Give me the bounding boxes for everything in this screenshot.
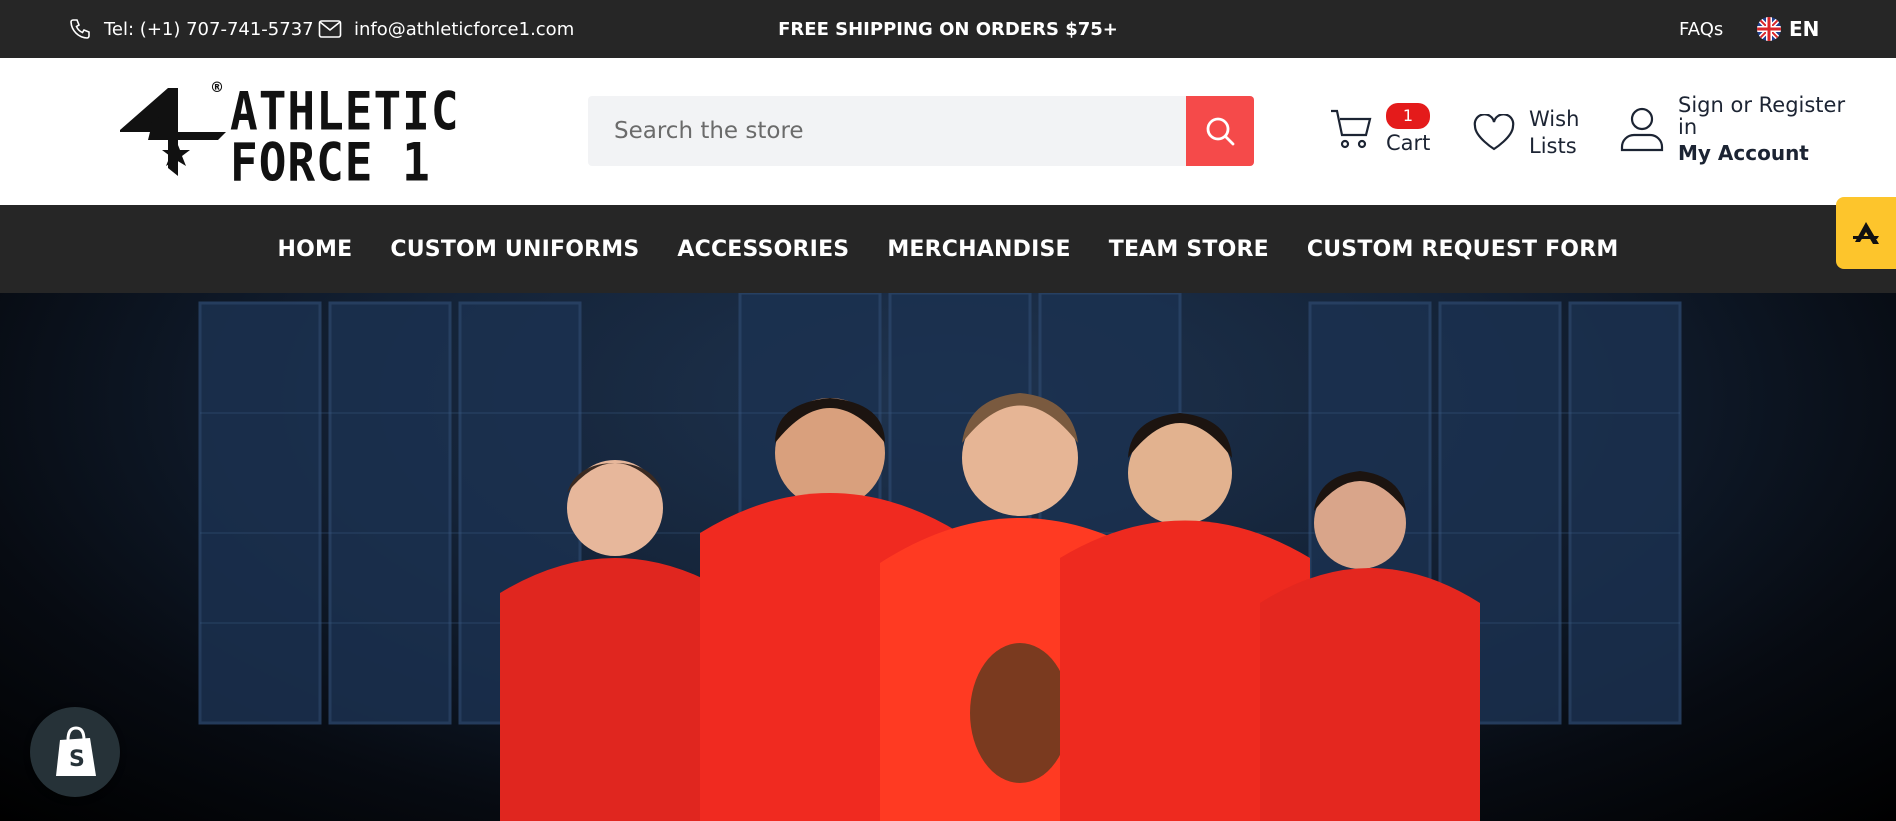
- cart-button[interactable]: 1 Cart: [1330, 102, 1430, 155]
- logo-line-1: ATHLETIC: [230, 80, 460, 143]
- floating-brand-button[interactable]: [1836, 197, 1896, 269]
- language-code: EN: [1789, 17, 1820, 41]
- account-label-group: Sign or Register in My Account: [1678, 94, 1845, 164]
- heart-icon: [1473, 114, 1515, 151]
- my-account-label: My Account: [1678, 141, 1809, 165]
- uk-flag-icon: [1757, 17, 1781, 41]
- shopify-bag-icon: S: [56, 726, 96, 776]
- account-button[interactable]: Sign or Register in My Account: [1620, 94, 1845, 164]
- cart-label-group: 1 Cart: [1386, 102, 1430, 155]
- search-bar: [588, 96, 1254, 166]
- nav-item-home[interactable]: HOME: [278, 237, 353, 262]
- nav-item-team-store[interactable]: TEAM STORE: [1109, 237, 1269, 262]
- email-link[interactable]: info@athleticforce1.com: [318, 0, 574, 58]
- cart-label: Cart: [1386, 131, 1431, 155]
- main-navigation: HOME CUSTOM UNIFORMS ACCESSORIES MERCHAN…: [0, 205, 1896, 293]
- language-selector[interactable]: EN: [1757, 0, 1819, 58]
- promo-text: FREE SHIPPING ON ORDERS $75+: [778, 18, 1118, 40]
- search-input[interactable]: [588, 96, 1178, 166]
- wishlist-button[interactable]: Wish Lists: [1473, 106, 1579, 160]
- mail-icon: [318, 19, 342, 39]
- brand-mark-icon: [1853, 222, 1879, 244]
- user-icon: [1620, 107, 1664, 152]
- wishlist-line-1: Wish: [1529, 107, 1580, 131]
- search-button[interactable]: [1186, 96, 1254, 166]
- cart-count-badge: 1: [1386, 103, 1430, 129]
- phone-icon: [68, 17, 92, 41]
- logo-line-2: FORCE 1: [230, 130, 431, 193]
- faqs-link[interactable]: FAQs: [1679, 0, 1723, 58]
- hero-image-locker-room: [198, 293, 1682, 821]
- cart-icon: [1331, 109, 1372, 148]
- email-text: info@athleticforce1.com: [354, 18, 575, 40]
- logo-wordmark: ATHLETIC FORCE 1: [230, 80, 460, 193]
- account-sign-in-line-1: Sign or Register: [1678, 93, 1846, 117]
- wishlist-line-2: Lists: [1529, 134, 1577, 158]
- phone-link[interactable]: Tel: (+1) 707-741-5737: [68, 0, 314, 58]
- brand-logo[interactable]: ® ATHLETIC FORCE 1: [120, 80, 459, 188]
- nav-item-custom-request-form[interactable]: CUSTOM REQUEST FORM: [1307, 237, 1619, 262]
- nav-item-accessories[interactable]: ACCESSORIES: [677, 237, 849, 262]
- site-header: ® ATHLETIC FORCE 1 1 Cart Wish Lists Sig…: [0, 58, 1896, 205]
- hero-banner[interactable]: [0, 293, 1896, 821]
- phone-text: Tel: (+1) 707-741-5737: [104, 18, 314, 40]
- wishlist-label-group: Wish Lists: [1529, 106, 1579, 160]
- top-bar: Tel: (+1) 707-741-5737 info@athleticforc…: [0, 0, 1896, 58]
- logo-registered-mark: ®: [210, 80, 224, 96]
- search-icon: [1206, 117, 1235, 146]
- account-sign-in-line-2: in: [1678, 115, 1698, 139]
- nav-item-merchandise[interactable]: MERCHANDISE: [887, 237, 1070, 262]
- nav-item-custom-uniforms[interactable]: CUSTOM UNIFORMS: [390, 237, 639, 262]
- svg-text:S: S: [69, 747, 85, 772]
- shopify-chat-button[interactable]: S: [30, 707, 120, 797]
